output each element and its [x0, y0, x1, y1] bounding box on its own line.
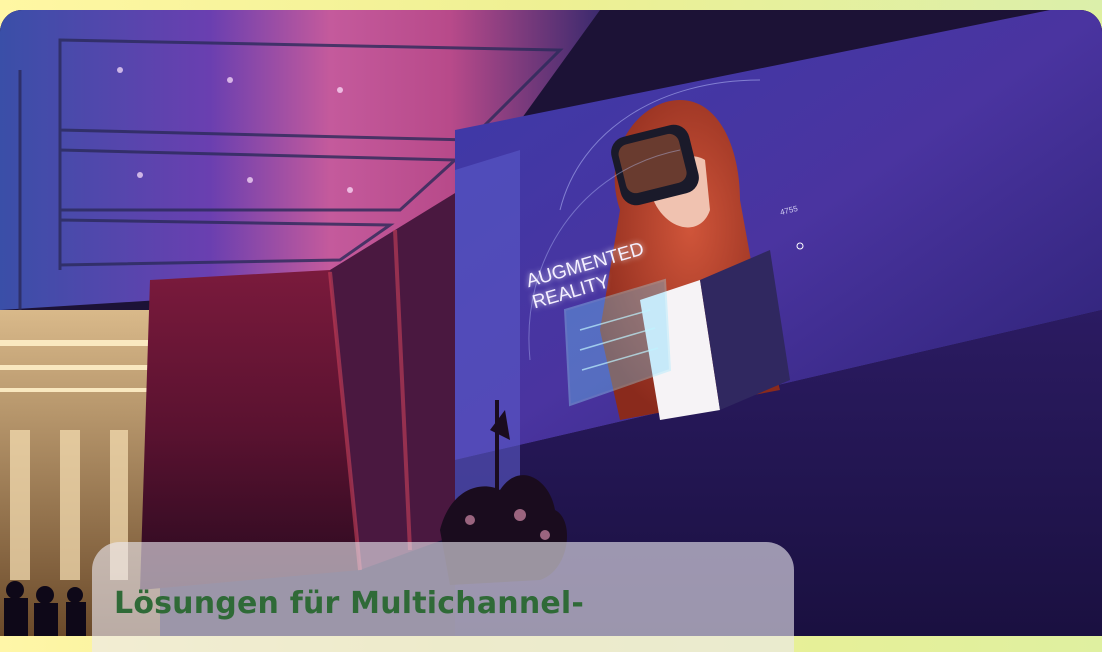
headline: Lösungen für Multichannel-: [114, 586, 585, 621]
top-color-strip: [0, 0, 1102, 10]
